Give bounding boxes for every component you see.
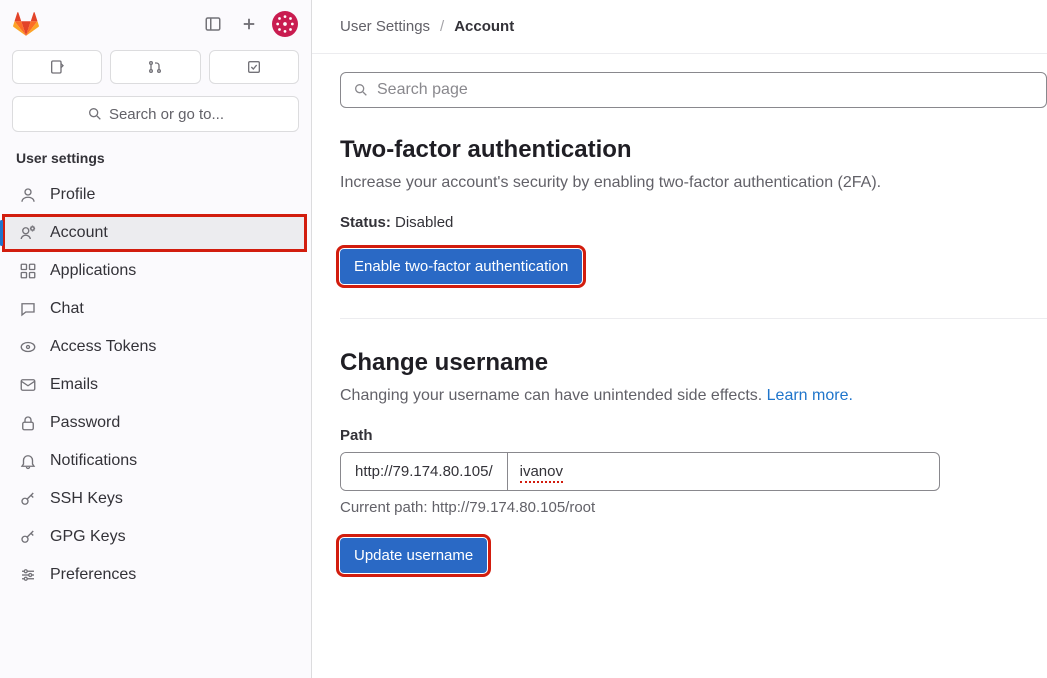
search-icon: [353, 82, 369, 98]
nav-label: Account: [50, 224, 108, 242]
nav-label: Password: [50, 414, 120, 432]
sidebar: Search or go to... User settings Profile…: [0, 0, 312, 678]
search-page-input[interactable]: Search page: [340, 72, 1047, 108]
sidebar-item-chat[interactable]: Chat: [4, 292, 307, 326]
twofa-status: Status: Disabled: [340, 214, 1047, 231]
quick-buttons: [0, 46, 311, 92]
path-label: Path: [340, 427, 1047, 444]
plus-icon[interactable]: [235, 10, 263, 38]
key-icon: [18, 490, 38, 508]
sidebar-item-emails[interactable]: Emails: [4, 368, 307, 402]
preferences-icon: [18, 566, 38, 584]
panel-icon[interactable]: [199, 10, 227, 38]
sidebar-item-preferences[interactable]: Preferences: [4, 558, 307, 592]
lock-icon: [18, 414, 38, 432]
breadcrumb-sep: /: [440, 18, 444, 35]
search-label: Search or go to...: [109, 106, 224, 123]
status-value: Disabled: [395, 214, 453, 231]
bell-icon: [18, 452, 38, 470]
sidebar-item-ssh-keys[interactable]: SSH Keys: [4, 482, 307, 516]
nav-section-title: User settings: [0, 144, 311, 176]
nav-label: GPG Keys: [50, 528, 126, 546]
status-label: Status:: [340, 214, 391, 231]
applications-icon: [18, 262, 38, 280]
mail-icon: [18, 376, 38, 394]
update-username-button[interactable]: Update username: [340, 538, 487, 573]
learn-more-link[interactable]: Learn more.: [767, 387, 853, 404]
search-or-go-to[interactable]: Search or go to...: [12, 96, 299, 132]
current-path: Current path: http://79.174.80.105/root: [340, 499, 1047, 516]
todos-button[interactable]: [209, 50, 299, 84]
path-input-group: http://79.174.80.105/ ivanov: [340, 452, 940, 491]
enable-2fa-button[interactable]: Enable two-factor authentication: [340, 249, 582, 284]
breadcrumb: User Settings / Account: [312, 0, 1047, 54]
user-icon: [18, 186, 38, 204]
user-avatar[interactable]: [271, 10, 299, 38]
nav-label: Notifications: [50, 452, 137, 470]
username-input[interactable]: ivanov: [508, 453, 939, 490]
sidebar-item-password[interactable]: Password: [4, 406, 307, 440]
change-username-title: Change username: [340, 349, 1047, 377]
change-username-desc: Changing your username can have unintend…: [340, 387, 1047, 405]
nav-label: Chat: [50, 300, 84, 318]
twofa-desc: Increase your account's security by enab…: [340, 174, 1047, 192]
twofa-title: Two-factor authentication: [340, 136, 1047, 164]
issues-button[interactable]: [12, 50, 102, 84]
merge-requests-button[interactable]: [110, 50, 200, 84]
breadcrumb-root[interactable]: User Settings: [340, 18, 430, 35]
gitlab-logo[interactable]: [12, 10, 40, 38]
nav-label: Access Tokens: [50, 338, 156, 356]
sidebar-item-profile[interactable]: Profile: [4, 178, 307, 212]
nav-label: Profile: [50, 186, 95, 204]
chat-icon: [18, 300, 38, 318]
nav-label: Emails: [50, 376, 98, 394]
breadcrumb-current: Account: [454, 18, 514, 35]
sidebar-item-notifications[interactable]: Notifications: [4, 444, 307, 478]
path-prefix: http://79.174.80.105/: [341, 453, 508, 490]
divider: [340, 318, 1047, 319]
nav-label: Preferences: [50, 566, 136, 584]
sidebar-item-applications[interactable]: Applications: [4, 254, 307, 288]
sidebar-top: [0, 0, 311, 46]
search-placeholder: Search page: [377, 81, 468, 99]
token-icon: [18, 338, 38, 356]
key-icon: [18, 528, 38, 546]
sidebar-item-access-tokens[interactable]: Access Tokens: [4, 330, 307, 364]
sidebar-item-gpg-keys[interactable]: GPG Keys: [4, 520, 307, 554]
nav-label: Applications: [50, 262, 136, 280]
sidebar-item-account[interactable]: Account: [4, 216, 305, 250]
account-icon: [18, 224, 38, 242]
main-content: User Settings / Account Search page Two-…: [312, 0, 1047, 678]
nav-label: SSH Keys: [50, 490, 123, 508]
